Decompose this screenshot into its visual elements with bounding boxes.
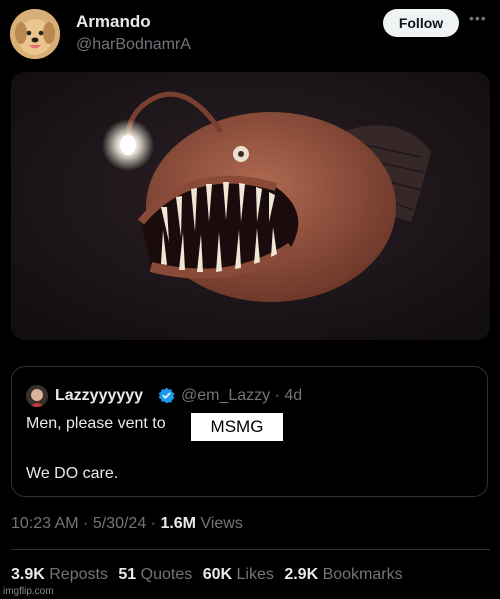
quotes-label: Quotes	[140, 566, 193, 583]
views-label: Views	[200, 515, 243, 532]
post-media-image[interactable]	[11, 72, 490, 340]
follow-button[interactable]: Follow	[383, 9, 459, 37]
quoted-age: 4d	[284, 387, 303, 404]
quoted-handle: @em_Lazzy	[181, 387, 271, 404]
more-horizontal-icon[interactable]: •••	[469, 10, 487, 26]
author-avatar[interactable]	[10, 9, 60, 59]
post-timestamp[interactable]: 10:23 AM · 5/30/24 · 1.6M Views	[11, 515, 243, 533]
overlay-caption-box: MSMG	[191, 413, 283, 441]
likes-count: 60K	[202, 566, 233, 583]
post-date: 5/30/24	[92, 515, 147, 532]
quoted-author-name[interactable]: Lazzyyyyyy	[55, 387, 143, 405]
separator-dot: ·	[146, 515, 161, 532]
quotes-count: 51	[118, 566, 137, 583]
engagement-stats: 3.9K Reposts 51 Quotes 60K Likes 2.9K Bo…	[11, 566, 403, 584]
likes-stat[interactable]: 60K Likes	[203, 566, 274, 583]
bookmarks-stat[interactable]: 2.9K Bookmarks	[284, 566, 402, 583]
author-name[interactable]: Armando	[76, 12, 151, 32]
separator-dot: ·	[78, 515, 93, 532]
imgflip-watermark: imgflip.com	[3, 586, 54, 597]
post-header: Armando @harBodnamrA Follow •••	[0, 0, 500, 70]
reposts-count: 3.9K	[11, 566, 45, 583]
quoted-author-avatar[interactable]	[26, 385, 48, 407]
bookmarks-count: 2.9K	[284, 566, 319, 583]
reposts-stat[interactable]: 3.9K Reposts	[11, 566, 108, 583]
quotes-stat[interactable]: 51 Quotes	[118, 566, 192, 583]
separator-dot: ·	[270, 387, 285, 404]
divider	[11, 549, 490, 550]
views-count: 1.6M	[160, 515, 197, 532]
reposts-label: Reposts	[49, 566, 108, 583]
quoted-author-handle-age[interactable]: @em_Lazzy · 4d	[181, 387, 302, 405]
likes-label: Likes	[236, 566, 274, 583]
quoted-text-line1: Men, please vent to	[26, 415, 166, 432]
bookmarks-label: Bookmarks	[322, 566, 403, 583]
post-time: 10:23 AM	[11, 515, 79, 532]
verified-badge-icon	[158, 387, 175, 404]
quoted-text-line2: We DO care.	[26, 465, 119, 482]
author-handle[interactable]: @harBodnamrA	[76, 36, 191, 54]
